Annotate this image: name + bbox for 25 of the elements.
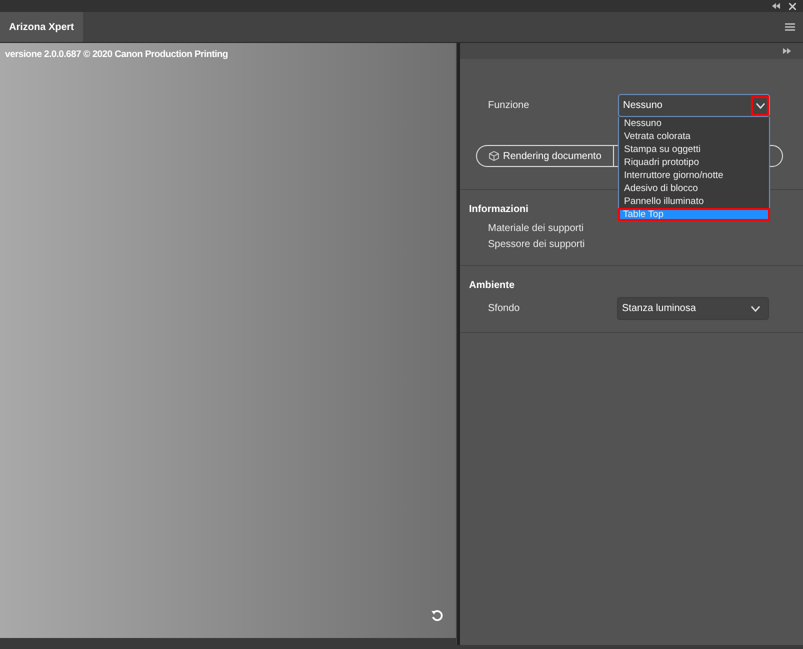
field-label: Funzione bbox=[488, 100, 530, 111]
dropdown-option[interactable]: Pannello illuminato bbox=[619, 195, 769, 208]
section-title: Ambiente bbox=[469, 280, 515, 291]
dropdown-option[interactable]: Interruttore giorno/notte bbox=[619, 169, 769, 182]
version-text: versione 2.0.0.687 © 2020 Canon Production Printing bbox=[5, 49, 228, 60]
menu-icon[interactable] bbox=[785, 23, 795, 31]
field-label: Sfondo bbox=[488, 303, 521, 314]
panel-tab[interactable]: Arizona Xpert bbox=[0, 12, 84, 42]
reset-icon[interactable] bbox=[431, 609, 444, 622]
info-label: Spessore dei supporti bbox=[488, 238, 585, 252]
collapse-icon[interactable] bbox=[772, 3, 780, 9]
rendering-button[interactable]: Rendering documento bbox=[476, 145, 613, 167]
dropdown-option[interactable]: Stampa su oggetti bbox=[619, 143, 769, 156]
dropdown-option[interactable]: Riquadri prototipo bbox=[619, 156, 769, 169]
expand-icon[interactable] bbox=[783, 48, 791, 54]
chevron-icon bbox=[751, 306, 760, 312]
close-icon[interactable] bbox=[789, 2, 796, 10]
dropdown-option[interactable]: Nessuno bbox=[619, 117, 769, 130]
funzione-dropdown[interactable]: Nessuno bbox=[618, 94, 770, 117]
cube-icon bbox=[489, 151, 499, 161]
dropdown-option[interactable]: Vetrata colorata bbox=[619, 130, 769, 143]
sfondo-dropdown[interactable]: Stanza luminosa bbox=[617, 297, 769, 320]
dropdown-option[interactable]: Adesivo di blocco bbox=[619, 182, 769, 195]
info-label: Materiale dei supporti bbox=[488, 222, 584, 236]
section-title: Informazioni bbox=[469, 204, 528, 215]
